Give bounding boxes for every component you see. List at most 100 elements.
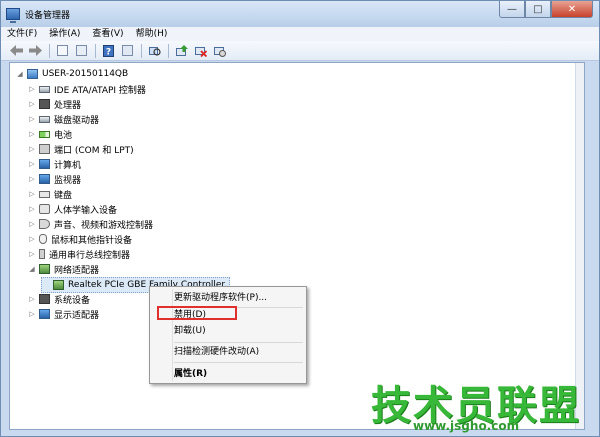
tree-item-label: 系统设备	[54, 295, 91, 306]
tree-item[interactable]: ▷ 键盘	[28, 187, 72, 201]
computer-icon	[27, 69, 38, 79]
device-manager-window: 设备管理器 — □ ✕ 文件(F) 操作(A) 查看(V) 帮助(H) ? ◢ …	[0, 0, 600, 437]
svg-text:?: ?	[106, 47, 111, 57]
properties-icon[interactable]	[55, 44, 70, 58]
expand-icon[interactable]: ▷	[28, 205, 36, 213]
expand-icon[interactable]: ▷	[28, 250, 36, 258]
expand-icon[interactable]: ▷	[28, 190, 36, 198]
sound-icon	[39, 219, 50, 229]
tree-item[interactable]: ▷ 磁盘驱动器	[28, 112, 99, 126]
network-icon	[39, 264, 50, 274]
menu-separator	[174, 362, 303, 363]
tree-item-label: 显示适配器	[54, 310, 100, 321]
back-icon[interactable]	[9, 44, 24, 58]
context-menu: 更新驱动程序软件(P)... 禁用(D) 卸载(U) 扫描检测硬件改动(A) 属…	[149, 286, 307, 384]
tree-item[interactable]: ◢ 网络适配器	[28, 262, 99, 276]
expand-icon[interactable]: ▷	[28, 115, 36, 123]
drive-icon	[39, 115, 50, 123]
menu-file[interactable]: 文件(F)	[1, 27, 43, 41]
context-menu-properties[interactable]: 属性(R)	[174, 367, 207, 381]
maximize-button[interactable]: □	[525, 1, 551, 18]
expand-icon[interactable]: ▷	[28, 85, 36, 93]
tree-item[interactable]: ▷ 监视器	[28, 172, 81, 186]
tree-root[interactable]: ◢ USER-20150114QB	[16, 67, 128, 81]
help-icon[interactable]: ?	[101, 44, 116, 58]
tree-item-label: 端口 (COM 和 LPT)	[54, 145, 134, 156]
tree-item[interactable]: ▷ 处理器	[28, 97, 81, 111]
tree-item[interactable]: ▷ 声音、视频和游戏控制器	[28, 217, 153, 231]
watermark-url: www.jsgho.com	[413, 419, 520, 433]
tree-item-label: 声音、视频和游戏控制器	[54, 220, 154, 231]
keyboard-icon	[39, 190, 50, 198]
tree-item[interactable]: ▷ 鼠标和其他指针设备	[28, 232, 132, 246]
scan-icon[interactable]	[147, 44, 162, 58]
menu-view[interactable]: 查看(V)	[86, 27, 129, 41]
expand-icon[interactable]: ▷	[28, 295, 36, 303]
highlight-box	[157, 306, 237, 320]
tree-item[interactable]: ▷ 电池	[28, 127, 72, 141]
mouse-icon	[39, 234, 47, 244]
show-hide-icon[interactable]	[74, 44, 89, 58]
tree-item[interactable]: ▷ 计算机	[28, 157, 81, 171]
minimize-button[interactable]: —	[499, 1, 525, 18]
toolbar-separator	[141, 43, 142, 58]
update-driver-icon[interactable]	[174, 44, 189, 58]
chip-icon	[39, 294, 50, 304]
monitor-icon	[39, 159, 50, 169]
tree-item[interactable]: ▷ 人体学输入设备	[28, 202, 117, 216]
expand-icon[interactable]: ▷	[28, 145, 36, 153]
tree-item-label: 鼠标和其他指针设备	[51, 235, 133, 246]
chip-icon	[39, 99, 50, 109]
expand-icon[interactable]: ▷	[28, 100, 36, 108]
menu-help[interactable]: 帮助(H)	[130, 27, 174, 41]
tree-item-label: 监视器	[54, 175, 82, 186]
tree-item-label: 处理器	[54, 100, 82, 111]
tree-item-label: 人体学输入设备	[54, 205, 118, 216]
usb-icon	[39, 249, 45, 259]
forward-icon[interactable]	[28, 44, 43, 58]
toolbar: ?	[1, 41, 599, 61]
tree-item-label: 电池	[54, 130, 73, 141]
title-bar: 设备管理器 — □ ✕	[1, 1, 599, 27]
menu-bar: 文件(F) 操作(A) 查看(V) 帮助(H)	[1, 27, 599, 41]
toolbar-separator	[168, 43, 169, 58]
tree-item-label: 键盘	[54, 190, 73, 201]
hid-icon	[39, 204, 50, 214]
collapse-icon[interactable]: ◢	[16, 70, 24, 78]
expand-icon[interactable]: ▷	[28, 220, 36, 228]
menu-action[interactable]: 操作(A)	[43, 27, 86, 41]
drive-icon	[39, 85, 50, 93]
expand-icon[interactable]: ▷	[28, 175, 36, 183]
context-menu-uninstall[interactable]: 卸载(U)	[174, 324, 206, 338]
tree-item[interactable]: ▷ 系统设备	[28, 292, 90, 306]
expand-icon[interactable]: ▷	[28, 130, 36, 138]
collapse-icon[interactable]: ◢	[28, 265, 36, 273]
battery-icon	[39, 130, 50, 138]
toolbar-separator	[95, 43, 96, 58]
port-icon	[39, 144, 50, 154]
uninstall-icon[interactable]	[212, 44, 227, 58]
network-adapter-icon	[53, 280, 64, 290]
menu-separator	[174, 342, 303, 343]
tree-item-label: IDE ATA/ATAPI 控制器	[54, 85, 146, 96]
context-menu-update-driver[interactable]: 更新驱动程序软件(P)...	[174, 291, 267, 305]
tree-root-label: USER-20150114QB	[42, 69, 129, 79]
display-icon	[39, 309, 50, 319]
expand-icon[interactable]: ▷	[28, 310, 36, 318]
context-menu-scan-hardware[interactable]: 扫描检测硬件改动(A)	[174, 345, 259, 359]
window-controls: — □ ✕	[499, 1, 593, 18]
expand-icon[interactable]: ▷	[28, 235, 36, 243]
toolbar-separator	[49, 43, 50, 58]
view-icon[interactable]	[120, 44, 135, 58]
expand-icon[interactable]: ▷	[28, 160, 36, 168]
tree-item[interactable]: ▷ 显示适配器	[28, 307, 99, 321]
disable-icon[interactable]	[193, 44, 208, 58]
tree-item-label: 通用串行总线控制器	[49, 250, 131, 261]
tree-item[interactable]: ▷ 端口 (COM 和 LPT)	[28, 142, 134, 156]
tree-item[interactable]: ▷ IDE ATA/ATAPI 控制器	[28, 82, 146, 96]
close-button[interactable]: ✕	[551, 1, 593, 18]
tree-item-label: 磁盘驱动器	[54, 115, 100, 126]
tree-item-label: 网络适配器	[54, 265, 100, 276]
device-manager-icon	[6, 8, 20, 23]
tree-item[interactable]: ▷ 通用串行总线控制器	[28, 247, 130, 261]
